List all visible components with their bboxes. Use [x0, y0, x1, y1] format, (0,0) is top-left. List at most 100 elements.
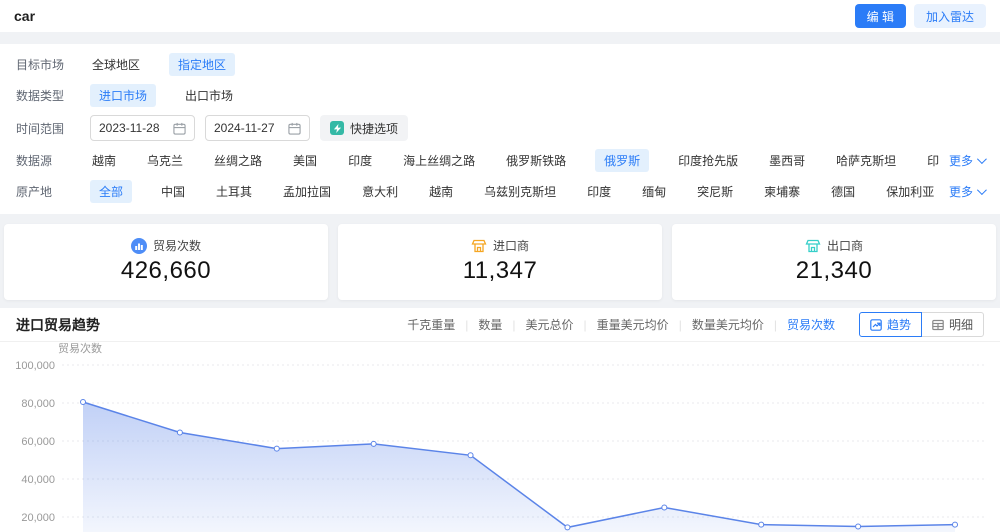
- filter-option[interactable]: 突尼斯: [695, 180, 735, 203]
- filter-option[interactable]: 缅甸: [640, 180, 668, 203]
- filter-option[interactable]: 印度尼西亚定制版: [925, 149, 939, 172]
- start-date-input[interactable]: [90, 115, 195, 141]
- filter-option[interactable]: 俄罗斯: [595, 149, 650, 172]
- filter-option[interactable]: 美国: [291, 149, 319, 172]
- trend-view-button[interactable]: 趋势: [858, 312, 922, 337]
- filter-option[interactable]: 全球地区: [90, 53, 142, 76]
- quick-options-label: 快捷选项: [350, 121, 399, 136]
- exporter-icon: [805, 239, 821, 252]
- start-date-value[interactable]: [99, 121, 173, 135]
- filter-option[interactable]: 印度抢先版: [676, 149, 740, 172]
- data-point-marker[interactable]: [273, 445, 280, 452]
- filter-option[interactable]: 乌克兰: [145, 149, 185, 172]
- filter-option[interactable]: 进口市场: [90, 84, 157, 107]
- stat-label: 出口商: [826, 239, 863, 253]
- data-point-marker[interactable]: [370, 440, 377, 447]
- filter-option[interactable]: 越南: [90, 149, 118, 172]
- data-point-marker[interactable]: [467, 452, 474, 459]
- filter-option[interactable]: 保加利亚: [884, 180, 936, 203]
- metric-link[interactable]: 美元总价: [516, 316, 584, 333]
- filter-row-time-range: 时间范围 快捷选项: [16, 111, 984, 145]
- metric-link[interactable]: 千克重量: [397, 316, 465, 333]
- bar-chart-icon: [130, 237, 147, 254]
- y-tick-label: 40,000: [21, 474, 55, 486]
- filter-option[interactable]: 印度: [585, 180, 613, 203]
- end-date-value[interactable]: [214, 121, 288, 135]
- filter-option[interactable]: 出口市场: [183, 84, 235, 107]
- chevron-down-icon: [976, 185, 987, 196]
- chevron-down-icon: [976, 154, 987, 165]
- metric-link[interactable]: 贸易次数: [777, 316, 845, 333]
- filter-option[interactable]: 孟加拉国: [281, 180, 333, 203]
- filter-option[interactable]: 全部: [90, 180, 133, 203]
- filter-option[interactable]: 俄罗斯铁路: [504, 149, 568, 172]
- stat-head: 贸易次数: [4, 237, 328, 254]
- filter-options: 越南 乌克兰 丝绸之路 美国 印度 海上丝绸之路 俄罗斯铁路 俄罗斯 印度抢先版 墨西哥 哈萨克斯坦…: [90, 149, 939, 172]
- filter-label: 数据源: [16, 154, 53, 168]
- calendar-icon: [173, 122, 186, 135]
- stat-value: 11,347: [462, 257, 538, 284]
- chart-metric-switcher: 千克重量 | 数量 | 美元总价 | 重量美元均价 | 数量美元均价 | 贸易次数 趋势 明细: [397, 312, 984, 337]
- filter-option[interactable]: 德国: [829, 180, 857, 203]
- page-title: car: [14, 8, 36, 24]
- trend-view-label: 趋势: [886, 318, 911, 332]
- stat-label: 贸易次数: [152, 239, 201, 253]
- more-link[interactable]: 更多: [939, 152, 987, 169]
- filter-panel: 目标市场 全球地区 指定地区 数据类型 进口市场 出口市场 时间范围 快捷选项: [0, 44, 1000, 214]
- metric-link[interactable]: 重量美元均价: [587, 316, 679, 333]
- more-label: 更多: [948, 185, 973, 199]
- stat-head: 出口商: [672, 237, 996, 254]
- add-to-radar-button[interactable]: 加入雷达: [913, 4, 986, 28]
- trend-area: [83, 402, 955, 532]
- edit-button[interactable]: 编 辑: [854, 4, 906, 28]
- filter-option[interactable]: 指定地区: [169, 53, 236, 76]
- filter-option[interactable]: 墨西哥: [767, 149, 807, 172]
- data-point-marker[interactable]: [758, 521, 765, 528]
- metric-link[interactable]: 数量: [468, 316, 512, 333]
- y-tick-label: 100,000: [15, 360, 55, 372]
- data-point-marker[interactable]: [176, 429, 183, 436]
- filter-label: 数据类型: [16, 89, 65, 103]
- data-point-marker[interactable]: [80, 399, 86, 405]
- filter-row-target-market: 目标市场 全球地区 指定地区: [16, 49, 984, 80]
- end-date-input[interactable]: [205, 115, 310, 141]
- data-point-marker[interactable]: [564, 524, 571, 531]
- filter-row-data-source: 数据源 越南 乌克兰 丝绸之路 美国 印度 海上丝绸之路 俄罗斯铁路 俄罗斯 印度抢先版 墨西哥 哈…: [16, 145, 987, 176]
- y-tick-label: 20,000: [21, 512, 55, 524]
- data-point-marker[interactable]: [855, 523, 862, 530]
- chart-header: 进口贸易趋势 千克重量 | 数量 | 美元总价 | 重量美元均价 | 数量美元均价 | 贸易次数 趋…: [0, 308, 1000, 342]
- detail-view-button[interactable]: 明细: [920, 312, 984, 337]
- filter-option[interactable]: 印度: [346, 149, 374, 172]
- more-link[interactable]: 更多: [939, 183, 987, 200]
- stat-value: 21,340: [795, 257, 873, 284]
- filter-option[interactable]: 柬埔寨: [762, 180, 802, 203]
- filter-option[interactable]: 土耳其: [214, 180, 254, 203]
- trend-chart-card: 进口贸易趋势 千克重量 | 数量 | 美元总价 | 重量美元均价 | 数量美元均价 | 贸易次数 趋…: [0, 308, 1000, 532]
- filter-options: 全球地区 指定地区: [90, 53, 984, 76]
- more-label: 更多: [948, 154, 973, 168]
- stat-cards: 贸易次数 426,660 进口商 11,347 出口商 21,340: [0, 214, 1000, 304]
- stat-card-trade-count: 贸易次数 426,660: [4, 224, 328, 300]
- y-axis-title: 贸易次数: [58, 342, 102, 355]
- stat-value: 426,660: [120, 257, 212, 284]
- filter-option[interactable]: 越南: [427, 180, 455, 203]
- detail-view-icon: [932, 319, 944, 330]
- filter-option[interactable]: 意大利: [360, 180, 400, 203]
- data-point-marker[interactable]: [661, 504, 668, 511]
- data-point-marker[interactable]: [952, 521, 958, 528]
- calendar-icon: [288, 122, 301, 135]
- filter-option[interactable]: 乌兹别克斯坦: [482, 180, 558, 203]
- filter-row-origin: 原产地 全部 中国 土耳其 孟加拉国 意大利 越南 乌兹别克斯坦 印度 缅甸 突尼斯 柬埔寨 德国 保加…: [16, 176, 987, 207]
- y-tick-label: 60,000: [21, 436, 55, 448]
- top-bar: car 编 辑 加入雷达: [0, 0, 1000, 32]
- quick-options-button[interactable]: 快捷选项: [320, 115, 409, 141]
- quick-options-icon: [330, 121, 344, 135]
- filter-option[interactable]: 丝绸之路: [212, 149, 264, 172]
- filter-option[interactable]: 中国: [159, 180, 187, 203]
- filter-option[interactable]: 海上丝绸之路: [401, 149, 477, 172]
- metric-link[interactable]: 数量美元均价: [682, 316, 774, 333]
- stat-card-importers: 进口商 11,347: [338, 224, 662, 300]
- filter-option[interactable]: 哈萨克斯坦: [834, 149, 898, 172]
- filter-options: 进口市场 出口市场: [90, 84, 984, 107]
- filter-row-data-type: 数据类型 进口市场 出口市场: [16, 80, 984, 111]
